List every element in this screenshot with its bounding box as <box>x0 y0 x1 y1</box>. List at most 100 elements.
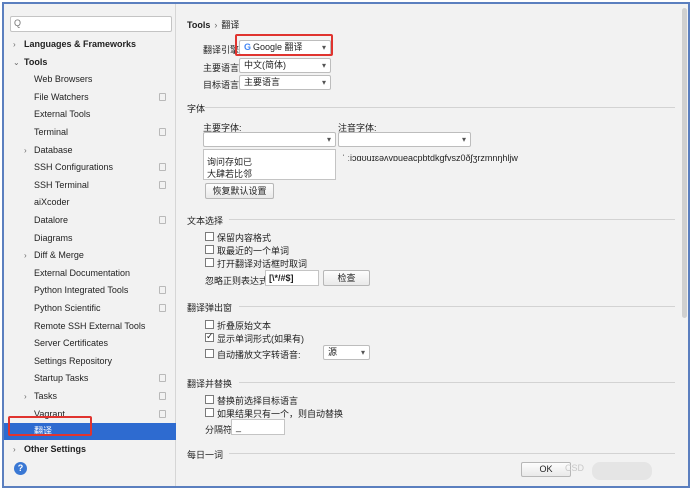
sidebar-item[interactable]: Vagrant <box>4 406 176 423</box>
sidebar-item[interactable]: Web Browsers <box>4 71 176 88</box>
popup-section-title: 翻译弹出窗 <box>187 303 233 313</box>
check-regex-button[interactable]: 检查 <box>323 270 370 286</box>
chevron-right-icon[interactable]: › <box>13 36 16 53</box>
text-selection-section-title: 文本选择 <box>187 216 224 226</box>
sidebar-item[interactable]: Datalore <box>4 212 176 229</box>
engine-label: 翻译引擎: <box>203 45 242 55</box>
tts-language-select[interactable]: 源 ▾ <box>323 345 370 360</box>
search-input[interactable]: Q <box>10 16 172 32</box>
sidebar-item[interactable]: 翻译 <box>4 423 176 440</box>
project-settings-icon <box>159 304 166 312</box>
sidebar-item[interactable]: SSH Configurations <box>4 159 176 176</box>
auto-tts-checkbox[interactable] <box>205 349 214 358</box>
chevron-right-icon[interactable]: › <box>24 142 27 159</box>
sidebar-item[interactable]: File Watchers <box>4 89 176 106</box>
project-settings-icon <box>159 163 166 171</box>
chevron-right-icon[interactable]: › <box>13 441 16 458</box>
sidebar-item-label: SSH Terminal <box>34 180 89 190</box>
auto-tts-label: 自动播放文字转语音: <box>217 350 301 360</box>
sidebar-item-label: 翻译 <box>34 426 53 436</box>
sidebar-item[interactable]: Remote SSH External Tools <box>4 318 176 335</box>
sidebar-item[interactable]: aiXcoder <box>4 194 176 211</box>
project-settings-icon <box>159 392 166 400</box>
sidebar-item[interactable]: SSH Terminal <box>4 177 176 194</box>
sidebar-item[interactable]: › Diff & Merge <box>4 247 176 264</box>
chevron-down-icon: ▾ <box>321 43 326 52</box>
section-divider <box>239 306 675 307</box>
sidebar-item[interactable]: › Languages & Frameworks <box>4 36 176 53</box>
nearest-word-checkbox[interactable] <box>205 245 214 254</box>
chevron-right-icon[interactable]: › <box>24 247 27 264</box>
sidebar-item-label: Diff & Merge <box>34 250 84 260</box>
sidebar-item[interactable]: Settings Repository <box>4 353 176 370</box>
show-word-forms-checkbox[interactable] <box>205 331 214 342</box>
settings-sidebar: Q › Languages & Frameworks ⌄ Tools Web Brows… <box>4 4 176 486</box>
select-target-before-replace-checkbox[interactable] <box>205 395 214 404</box>
font-preview-box: 询问存如已 大肆若比邻 <box>203 149 336 180</box>
sidebar-item[interactable]: Python Scientific <box>4 300 176 317</box>
separator-input[interactable]: _ <box>231 419 285 435</box>
engine-select[interactable]: G Google 翻译 ▾ <box>239 40 331 55</box>
section-divider <box>229 453 675 454</box>
project-settings-icon <box>159 93 166 101</box>
replace-section-title: 翻译并替换 <box>187 379 233 389</box>
sidebar-item[interactable]: › Tasks <box>4 388 176 405</box>
keep-format-checkbox[interactable] <box>205 232 214 241</box>
project-settings-icon <box>159 128 166 136</box>
font-preview-line-2: 大肆若比邻 <box>207 169 253 179</box>
chevron-down-icon: ▾ <box>321 78 326 87</box>
sidebar-item-label: Remote SSH External Tools <box>34 321 146 331</box>
chevron-right-icon[interactable]: › <box>24 388 27 405</box>
section-divider <box>205 107 675 108</box>
watermark-blur <box>592 462 652 480</box>
phonetic-font-select[interactable]: ▾ <box>338 132 471 147</box>
ignore-regex-input[interactable]: [\*/#$] <box>265 270 319 286</box>
primary-language-label: 主要语言: <box>203 63 242 73</box>
reset-defaults-button[interactable]: 恢复默认设置 <box>205 183 274 199</box>
primary-font-select[interactable]: ▾ <box>203 132 336 147</box>
section-divider <box>239 382 675 383</box>
project-settings-icon <box>159 286 166 294</box>
google-logo-icon: G <box>244 42 252 52</box>
engine-value: Google 翻译 <box>253 42 303 52</box>
take-word-on-open-checkbox[interactable] <box>205 258 214 267</box>
breadcrumb-root[interactable]: Tools <box>187 20 210 30</box>
ok-button[interactable]: OK <box>521 462 571 477</box>
font-section-title: 字体 <box>187 104 206 114</box>
watermark-text: CSD <box>565 463 585 473</box>
sidebar-item[interactable]: Startup Tasks <box>4 370 176 387</box>
sidebar-item-label: Diagrams <box>34 233 73 243</box>
sidebar-item-label: Python Integrated Tools <box>34 285 129 295</box>
breadcrumb-separator: › <box>214 20 218 30</box>
fold-original-label: 折叠原始文本 <box>217 321 272 331</box>
target-language-select[interactable]: 主要语言 ▾ <box>239 75 331 90</box>
sidebar-item[interactable]: External Documentation <box>4 265 176 282</box>
phonetic-preview: ˈ ːiɔɑʊuɪɛəʌvɒueacpbtdkgfvsz0ðʃʒrzmnŋhlj… <box>342 153 518 163</box>
fold-original-checkbox[interactable] <box>205 320 214 329</box>
sidebar-item[interactable]: Server Certificates <box>4 335 176 352</box>
sidebar-item[interactable]: ⌄ Tools <box>4 54 176 71</box>
sidebar-item-label: Terminal <box>34 127 69 137</box>
sidebar-item[interactable]: Diagrams <box>4 230 176 247</box>
target-language-label: 目标语言: <box>203 80 242 90</box>
target-language-value: 主要语言 <box>244 77 281 87</box>
sidebar-item-label: aiXcoder <box>34 197 70 207</box>
vertical-scrollbar[interactable] <box>682 8 687 318</box>
sidebar-item[interactable]: External Tools <box>4 106 176 123</box>
sidebar-item[interactable]: › Database <box>4 142 176 159</box>
chevron-down-icon[interactable]: ⌄ <box>13 54 20 71</box>
sidebar-item-label: Startup Tasks <box>34 373 89 383</box>
tts-language-value: 源 <box>328 347 338 357</box>
sidebar-item[interactable]: Terminal <box>4 124 176 141</box>
sidebar-item[interactable]: › Other Settings <box>4 441 176 458</box>
separator-value: _ <box>236 422 242 432</box>
breadcrumb: Tools › 翻译 <box>187 18 239 31</box>
sidebar-item[interactable]: Python Integrated Tools <box>4 282 176 299</box>
help-icon[interactable]: ? <box>14 462 27 475</box>
project-settings-icon <box>159 410 166 418</box>
chevron-down-icon: ▾ <box>326 135 331 144</box>
auto-replace-single-checkbox[interactable] <box>205 408 214 417</box>
sidebar-item-label: SSH Configurations <box>34 162 114 172</box>
primary-language-select[interactable]: 中文(简体) ▾ <box>239 58 331 73</box>
sidebar-item-label: External Documentation <box>34 268 131 278</box>
